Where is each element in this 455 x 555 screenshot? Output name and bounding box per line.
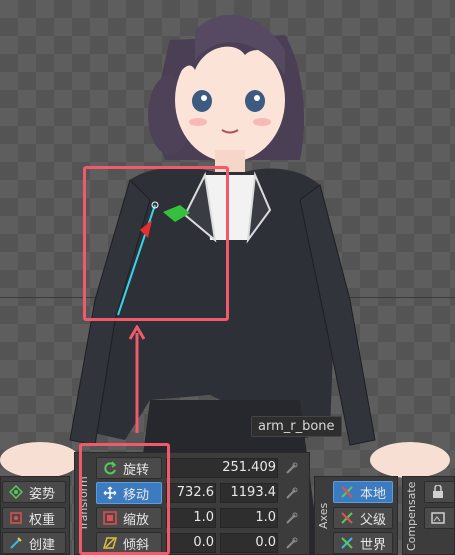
world-icon: [340, 536, 354, 550]
world-axes-button[interactable]: 世界: [333, 532, 393, 554]
scale-x-value: 1.0: [193, 510, 214, 525]
weight-icon: [9, 511, 23, 525]
compensate-section-label: Compensate: [405, 481, 418, 551]
pose-mode-label: 姿势: [29, 486, 56, 502]
compensate-rotation-icon: [431, 485, 445, 499]
skew-lock-icon[interactable]: [284, 536, 298, 550]
pose-icon: [9, 485, 23, 499]
create-mode-label: 创建: [29, 537, 56, 553]
weight-mode-label: 权重: [29, 512, 56, 528]
rotate-value: 251.409: [222, 460, 276, 475]
highlight-arrow: [128, 325, 146, 433]
compensate-image-icon: [431, 511, 445, 525]
axes-section-label: Axes: [317, 502, 330, 530]
scale-y-value: 1.0: [255, 510, 276, 525]
weight-mode-button[interactable]: 权重: [2, 507, 66, 529]
local-icon: [340, 485, 354, 499]
move-y-value: 1193.4: [230, 485, 277, 500]
bone-name-tooltip: arm_r_bone: [251, 416, 342, 437]
parent-axes-label: 父级: [360, 512, 387, 528]
compensate-image-button[interactable]: [424, 507, 455, 529]
create-mode-button[interactable]: 创建: [2, 532, 66, 554]
parent-icon: [340, 511, 354, 525]
move-lock-icon[interactable]: [284, 486, 298, 500]
skew-y-value: 0.0: [255, 535, 276, 550]
scale-lock-icon[interactable]: [284, 511, 298, 525]
local-axes-label: 本地: [360, 486, 387, 502]
local-axes-button[interactable]: 本地: [333, 481, 393, 503]
parent-axes-button[interactable]: 父级: [333, 507, 393, 529]
transform-highlight: [79, 443, 170, 555]
world-axes-label: 世界: [360, 537, 387, 553]
skew-x-value: 0.0: [193, 535, 214, 550]
rotate-lock-icon[interactable]: [284, 461, 298, 475]
arm-bone-highlight: [83, 166, 229, 321]
create-icon: [9, 536, 23, 550]
move-x-value: 732.6: [176, 485, 214, 500]
compensate-rotation-button[interactable]: [424, 481, 455, 503]
pose-mode-button[interactable]: 姿势: [2, 481, 66, 503]
